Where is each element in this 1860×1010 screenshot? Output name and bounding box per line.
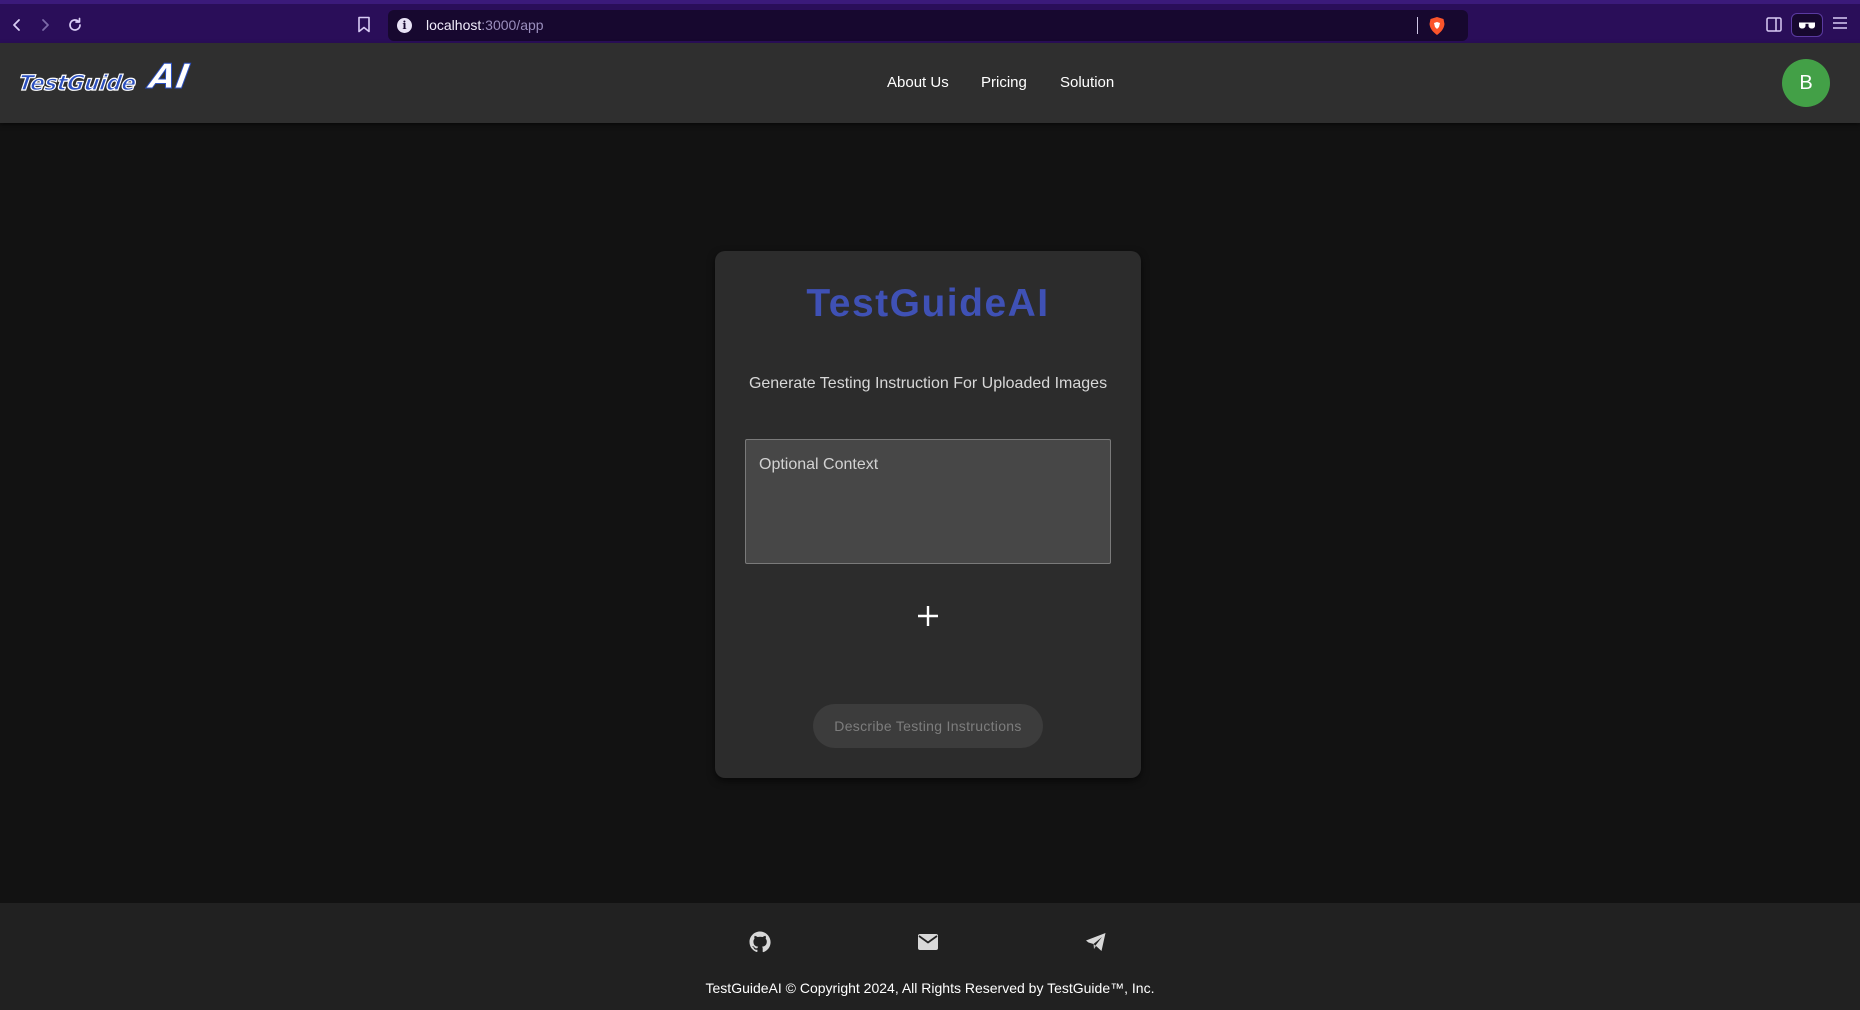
url-host: localhost: [426, 17, 482, 33]
chevron-right-icon: [42, 19, 49, 31]
email-icon: [918, 934, 938, 950]
bookmark-icon: [358, 16, 370, 33]
main-nav: About Us Pricing Solution: [0, 43, 1860, 123]
reload-button[interactable]: [64, 14, 86, 36]
address-bar[interactable]: i localhost:3000/app: [388, 10, 1468, 41]
nav-about-us[interactable]: About Us: [887, 74, 949, 91]
nav-pricing[interactable]: Pricing: [981, 74, 1027, 91]
card-subtitle: Generate Testing Instruction For Uploade…: [748, 375, 1108, 392]
extension-button[interactable]: [1791, 13, 1823, 37]
address-bar-divider: [1417, 17, 1418, 34]
back-button[interactable]: [6, 14, 28, 36]
brave-shield-icon[interactable]: [1428, 16, 1446, 36]
hamburger-menu-icon: [1833, 17, 1847, 29]
nav-solution[interactable]: Solution: [1060, 74, 1114, 91]
logo-text-testguide: TestGuide: [17, 70, 139, 95]
glasses-icon: [1799, 22, 1815, 28]
add-image-button[interactable]: [911, 599, 945, 633]
github-link[interactable]: [747, 929, 773, 955]
sidebar-toggle-button[interactable]: [1766, 17, 1782, 37]
footer: TestGuideAI © Copyright 2024, All Rights…: [0, 903, 1860, 1010]
browser-menu-button[interactable]: [1832, 16, 1848, 35]
logo[interactable]: TestGuide AI: [17, 57, 204, 99]
logo-text-ai: AI: [146, 57, 193, 98]
optional-context-field[interactable]: [745, 439, 1111, 564]
info-icon[interactable]: i: [397, 18, 412, 33]
copyright-text: TestGuideAI © Copyright 2024, All Rights…: [705, 980, 1155, 996]
forward-button[interactable]: [34, 14, 56, 36]
url-path: :3000/app: [481, 17, 544, 33]
bookmark-button[interactable]: [357, 16, 371, 38]
url-text[interactable]: localhost:3000/app: [426, 17, 544, 33]
app-header: TestGuide AI About Us Pricing Solution B: [0, 43, 1860, 123]
browser-toolbar: i localhost:3000/app: [0, 0, 1860, 43]
email-link[interactable]: [915, 929, 941, 955]
reload-icon: [69, 17, 81, 31]
telegram-link[interactable]: [1083, 929, 1109, 955]
describe-testing-instructions-button[interactable]: Describe Testing Instructions: [813, 704, 1043, 748]
avatar[interactable]: B: [1782, 59, 1830, 107]
sidebar-icon: [1766, 17, 1782, 32]
github-icon: [749, 931, 771, 953]
plus-icon: [918, 606, 938, 626]
chevron-left-icon: [13, 19, 20, 31]
card-title: TestGuideAI: [806, 282, 1050, 325]
generator-card: TestGuideAI Generate Testing Instruction…: [715, 251, 1141, 778]
telegram-icon: [1086, 933, 1106, 951]
